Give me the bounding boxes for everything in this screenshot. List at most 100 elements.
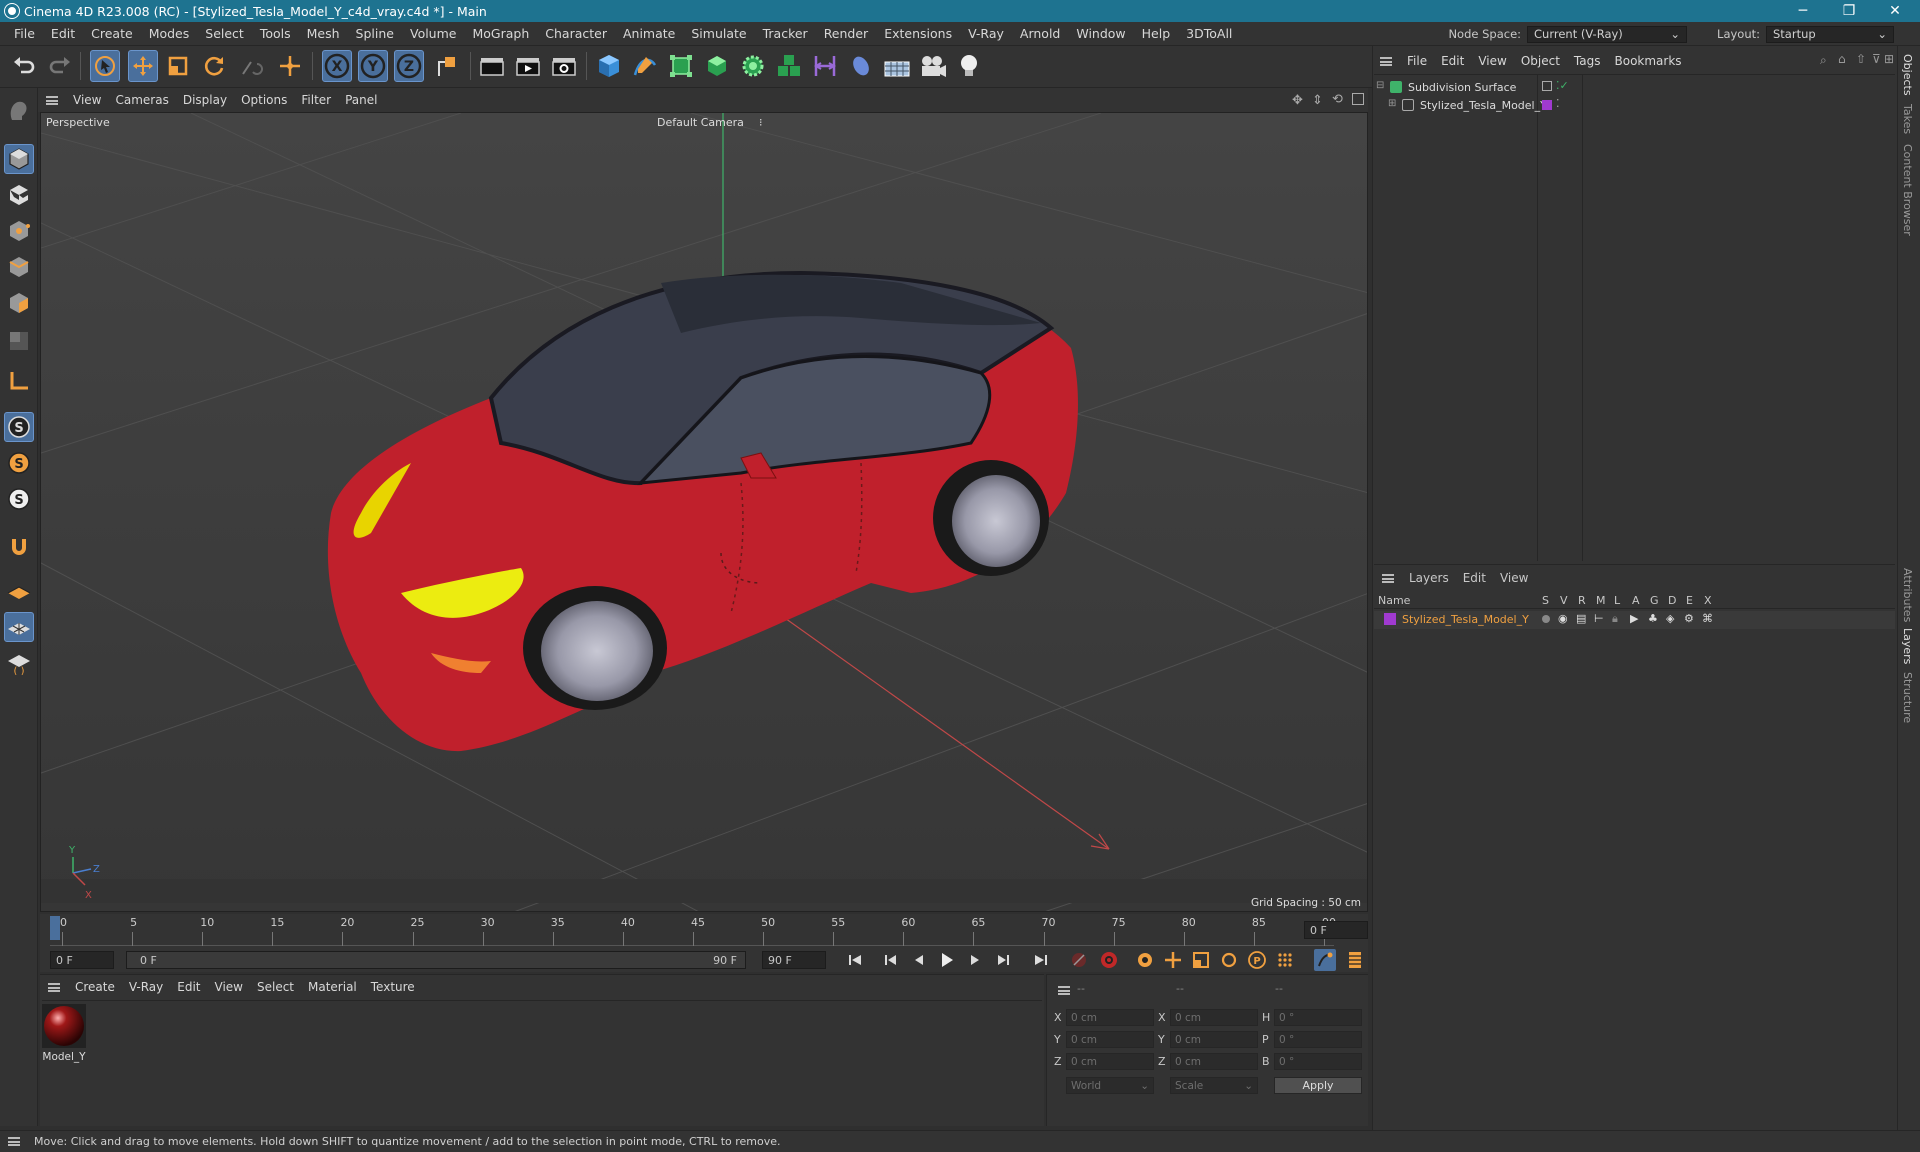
layer-menu-view[interactable]: View	[1493, 571, 1535, 585]
tab-attributes[interactable]: Attributes	[1901, 568, 1914, 622]
add-cube-button[interactable]	[594, 50, 624, 82]
lock-icon[interactable]: 🔒︎	[1612, 612, 1618, 626]
menu-file[interactable]: File	[6, 26, 43, 41]
recent-tools-button[interactable]	[236, 50, 266, 82]
go-to-end-button[interactable]	[1030, 949, 1052, 971]
redo-button[interactable]	[44, 50, 74, 82]
render-settings-button[interactable]	[549, 50, 579, 82]
material-menu-texture[interactable]: Texture	[364, 980, 422, 994]
tab-content-browser[interactable]: Content Browser	[1901, 144, 1914, 236]
material-menu-vray[interactable]: V-Ray	[122, 980, 170, 994]
rotate-tool-button[interactable]	[199, 50, 229, 82]
uv-mode-button[interactable]	[4, 326, 34, 356]
tab-structure[interactable]: Structure	[1901, 672, 1914, 723]
object-row-subdivision[interactable]: ⊟ Subdivision Surface ⁚✓	[1374, 79, 1895, 97]
viewport-menu-cameras[interactable]: Cameras	[108, 93, 175, 107]
pan-view-icon[interactable]: ✥	[1292, 93, 1303, 108]
coordinate-system-button[interactable]	[432, 50, 462, 82]
menu-modes[interactable]: Modes	[141, 26, 198, 41]
axis-mode-button[interactable]	[4, 366, 34, 396]
home-icon[interactable]: ⌂	[1838, 52, 1846, 66]
menu-volume[interactable]: Volume	[402, 26, 465, 41]
menu-tools[interactable]: Tools	[252, 26, 299, 41]
render-clapper-icon[interactable]: ▤	[1576, 612, 1586, 625]
make-editable-button[interactable]	[4, 96, 34, 126]
up-arrow-icon[interactable]: ⇧	[1856, 52, 1866, 66]
undo-button[interactable]	[10, 50, 40, 82]
scheme-settings-button[interactable]	[1314, 949, 1336, 971]
current-frame-field[interactable]: 0 F	[1304, 921, 1368, 939]
grid-plane-button[interactable]	[4, 612, 34, 642]
model-mode-button[interactable]	[4, 144, 34, 174]
material-swatch-model-y[interactable]: Model_Y	[42, 1004, 86, 1063]
column-view[interactable]: V	[1560, 594, 1568, 607]
object-menu-icon[interactable]	[1380, 56, 1392, 66]
status-menu-icon[interactable]	[8, 1137, 20, 1146]
object-menu-edit[interactable]: Edit	[1434, 54, 1471, 68]
scale-key-button[interactable]	[1190, 949, 1212, 971]
add-deformer-button[interactable]	[810, 50, 840, 82]
eye-icon[interactable]: ◉	[1558, 612, 1568, 625]
add-extrude-button[interactable]	[702, 50, 732, 82]
node-space-dropdown[interactable]: Current (V-Ray) ⌄	[1527, 25, 1688, 43]
playhead[interactable]	[50, 916, 60, 940]
start-frame-field[interactable]: 0 F	[50, 951, 114, 969]
column-deformers[interactable]: D	[1668, 594, 1676, 607]
menu-simulate[interactable]: Simulate	[683, 26, 754, 41]
deformer-icon[interactable]: ◈	[1666, 612, 1674, 625]
menu-animate[interactable]: Animate	[615, 26, 683, 41]
add-field-button[interactable]	[846, 50, 876, 82]
parameter-key-button[interactable]: P	[1246, 949, 1268, 971]
scale-tool-button[interactable]	[163, 50, 193, 82]
minimize-button[interactable]: ─	[1780, 0, 1826, 22]
menu-extensions[interactable]: Extensions	[876, 26, 960, 41]
add-spline-button[interactable]	[630, 50, 660, 82]
add-cloner-button[interactable]	[738, 50, 768, 82]
coordinates-menu-icon[interactable]	[1058, 986, 1070, 995]
expand-collapse-icon[interactable]: ⊞	[1388, 98, 1396, 109]
layout-dropdown[interactable]: Startup ⌄	[1766, 25, 1894, 43]
menu-3dtoall[interactable]: 3DToAll	[1178, 26, 1240, 41]
object-menu-tags[interactable]: Tags	[1567, 54, 1608, 68]
tab-objects[interactable]: Objects	[1901, 54, 1914, 96]
coord-mode-dropdown[interactable]: World ⌄	[1066, 1077, 1154, 1094]
material-menu-edit[interactable]: Edit	[170, 980, 207, 994]
object-row-tesla[interactable]: ⊞ Stylized_Tesla_Model_Y ⁚	[1374, 97, 1895, 115]
play-button[interactable]	[936, 949, 958, 971]
viewport-menu-icon[interactable]	[46, 95, 58, 105]
maximize-view-icon[interactable]	[1352, 93, 1364, 105]
material-menu-select[interactable]: Select	[250, 980, 301, 994]
frame-range-slider[interactable]: 0 F 90 F	[126, 951, 746, 969]
menu-select[interactable]: Select	[197, 26, 252, 41]
layer-color-swatch[interactable]	[1384, 613, 1396, 625]
timeline-button[interactable]	[1344, 949, 1366, 971]
locked-workplane-button[interactable]: ( )	[4, 648, 34, 678]
layer-menu-layers[interactable]: Layers	[1402, 571, 1456, 585]
workplane-button[interactable]	[4, 576, 34, 606]
menu-mograph[interactable]: MoGraph	[464, 26, 537, 41]
coord-pos-y-field[interactable]: 0 cm	[1066, 1031, 1154, 1048]
x-axis-lock-button[interactable]: X	[322, 50, 352, 82]
apply-button[interactable]: Apply	[1274, 1077, 1362, 1094]
menu-create[interactable]: Create	[83, 26, 141, 41]
column-locked[interactable]: L	[1614, 594, 1620, 607]
editor-visibility-icon[interactable]	[1542, 81, 1552, 91]
layer-color-icon[interactable]	[1542, 100, 1552, 110]
coord-size-y-field[interactable]: 0 cm	[1170, 1031, 1258, 1048]
menu-character[interactable]: Character	[537, 26, 615, 41]
edges-mode-button[interactable]	[4, 252, 34, 282]
move-tool-button[interactable]	[128, 50, 158, 82]
select-tool-button[interactable]	[90, 50, 120, 82]
enabled-check-icon[interactable]: ⁚✓	[1556, 79, 1569, 92]
viewport-menu-view[interactable]: View	[66, 93, 108, 107]
timeline-ruler[interactable]: 051015202530354045505560657075808590 0 F	[40, 914, 1368, 948]
column-expressions[interactable]: E	[1686, 594, 1693, 607]
position-key-button[interactable]	[1162, 949, 1184, 971]
coord-pos-x-field[interactable]: 0 cm	[1066, 1009, 1154, 1026]
expand-collapse-icon[interactable]: ⊟	[1376, 80, 1384, 91]
previous-frame-button[interactable]	[908, 949, 930, 971]
rotation-key-button[interactable]	[1218, 949, 1240, 971]
snap-settings-button[interactable]: S	[4, 448, 34, 478]
column-solo[interactable]: S	[1542, 594, 1549, 607]
generator-icon[interactable]: ♣	[1648, 612, 1658, 625]
